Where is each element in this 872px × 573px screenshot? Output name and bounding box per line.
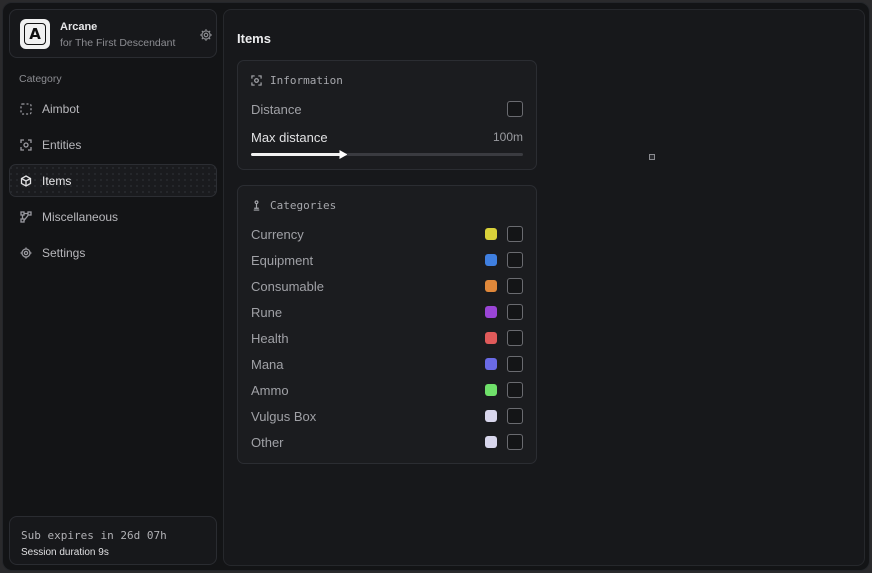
sidebar-item-miscellaneous[interactable]: Miscellaneous: [9, 200, 217, 233]
category-label: Category: [19, 73, 62, 85]
box-icon: [20, 174, 32, 187]
category-checkbox[interactable]: [507, 356, 523, 372]
category-checkbox[interactable]: [507, 382, 523, 398]
category-checkbox[interactable]: [507, 408, 523, 424]
category-label: Mana: [251, 356, 284, 372]
sidebar-item-label: Aimbot: [42, 101, 80, 116]
category-color-swatch[interactable]: [485, 384, 497, 396]
page-title: Items: [237, 31, 271, 46]
workflow-icon: [20, 210, 32, 223]
category-color-swatch[interactable]: [485, 436, 497, 448]
sidebar-item-aimbot[interactable]: Aimbot: [9, 92, 217, 125]
category-label: Equipment: [251, 252, 314, 268]
distance-row: Distance: [251, 99, 523, 119]
slider-fill: [251, 153, 344, 156]
subscription-expiry: Sub expires in 26d 07h: [21, 529, 167, 542]
app-subtitle: for The First Descendant: [60, 37, 176, 49]
distance-label: Distance: [251, 101, 302, 117]
category-row: Other: [251, 432, 523, 452]
category-row: Mana: [251, 354, 523, 374]
category-checkbox[interactable]: [507, 330, 523, 346]
gear-icon: [20, 247, 32, 259]
category-label: Consumable: [251, 278, 324, 294]
gear-icon[interactable]: [199, 28, 213, 42]
sidebar-item-label: Entities: [42, 137, 82, 152]
category-checkbox[interactable]: [507, 304, 523, 320]
information-heading: Information: [251, 74, 343, 87]
category-row: Rune: [251, 302, 523, 322]
sidebar-item-entities[interactable]: Entities: [9, 128, 217, 161]
category-color-swatch[interactable]: [485, 306, 497, 318]
logo-letter: A: [24, 23, 46, 45]
category-label: Other: [251, 434, 284, 450]
main-panel: Items Information Distance Max distance …: [223, 9, 865, 566]
scan-icon: [251, 75, 262, 86]
category-label: Rune: [251, 304, 283, 320]
category-row: Equipment: [251, 250, 523, 270]
joystick-icon: [251, 200, 262, 211]
brand-card: A Arcane for The First Descendant: [9, 9, 217, 58]
max-distance-label: Max distance: [251, 129, 328, 145]
category-label: Health: [251, 330, 289, 346]
categories-heading-text: Categories: [270, 199, 337, 212]
category-row: Ammo: [251, 380, 523, 400]
category-label: Ammo: [251, 382, 289, 398]
sidebar-item-items[interactable]: Items: [9, 164, 217, 197]
information-card: Information Distance Max distance 100m: [237, 60, 537, 170]
app-window: A Arcane for The First Descendant Catego…: [2, 2, 870, 571]
category-checkbox[interactable]: [507, 278, 523, 294]
sidebar: A Arcane for The First Descendant Catego…: [3, 3, 221, 570]
max-distance-slider[interactable]: [251, 150, 523, 159]
session-duration: Session duration 9s: [21, 547, 109, 558]
sidebar-item-label: Items: [42, 173, 72, 188]
app-name: Arcane: [60, 21, 98, 33]
sidebar-item-label: Settings: [42, 245, 86, 260]
category-checkbox[interactable]: [507, 434, 523, 450]
category-row: Consumable: [251, 276, 523, 296]
category-row: Health: [251, 328, 523, 348]
crosshair-dashed-icon: [20, 102, 32, 115]
category-row: Vulgus Box: [251, 406, 523, 426]
slider-thumb[interactable]: [339, 150, 348, 159]
category-color-swatch[interactable]: [485, 410, 497, 422]
sidebar-item-settings[interactable]: Settings: [9, 236, 217, 269]
category-checkbox[interactable]: [507, 226, 523, 242]
max-distance-row: Max distance 100m: [251, 127, 523, 147]
categories-heading: Categories: [251, 199, 336, 212]
category-color-swatch[interactable]: [485, 280, 497, 292]
max-distance-value: 100m: [492, 130, 523, 144]
category-label: Currency: [251, 226, 304, 242]
scan-face-icon: [20, 138, 32, 151]
crosshair-marker-icon: [649, 154, 655, 160]
category-checkbox[interactable]: [507, 252, 523, 268]
information-heading-text: Information: [270, 74, 343, 87]
category-row: Currency: [251, 224, 523, 244]
subscription-panel: Sub expires in 26d 07h Session duration …: [9, 516, 217, 565]
category-color-swatch[interactable]: [485, 358, 497, 370]
category-color-swatch[interactable]: [485, 228, 497, 240]
category-color-swatch[interactable]: [485, 254, 497, 266]
category-color-swatch[interactable]: [485, 332, 497, 344]
app-logo: A: [20, 19, 50, 49]
categories-card: Categories Currency Equipment Consumable Ru…: [237, 185, 537, 464]
distance-checkbox[interactable]: [507, 101, 523, 117]
sidebar-item-label: Miscellaneous: [42, 209, 119, 224]
category-label: Vulgus Box: [251, 408, 317, 424]
